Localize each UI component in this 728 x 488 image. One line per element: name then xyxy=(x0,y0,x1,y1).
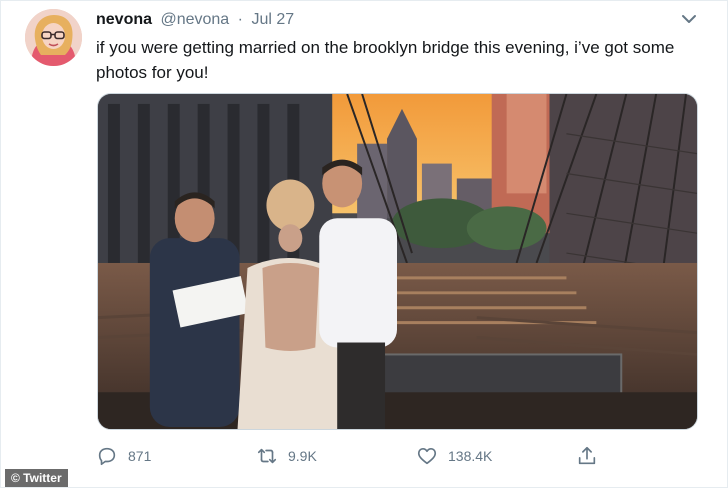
retweet-button[interactable]: 9.9K xyxy=(256,443,317,469)
reply-button[interactable]: 871 xyxy=(96,443,151,469)
heart-icon xyxy=(417,448,437,465)
header-separator: · xyxy=(237,11,243,28)
like-count: 138.4K xyxy=(448,448,493,464)
author-name[interactable]: nevona xyxy=(96,11,152,28)
chevron-down-icon[interactable] xyxy=(681,13,697,25)
wedding-photo-image xyxy=(98,94,697,429)
twitter-watermark: © Twitter xyxy=(5,469,68,487)
avatar[interactable] xyxy=(25,9,82,66)
retweet-count: 9.9K xyxy=(288,448,317,464)
reply-count: 871 xyxy=(128,448,152,464)
tweet-text: if you were getting married on the brook… xyxy=(96,38,675,82)
author-handle[interactable]: @nevona xyxy=(160,11,229,28)
tweet-actions: 871 9.9K 138.4K xyxy=(96,443,616,469)
avatar-image xyxy=(25,9,82,66)
reply-icon xyxy=(98,447,116,466)
like-button[interactable]: 138.4K xyxy=(416,443,492,469)
share-button[interactable] xyxy=(576,443,608,469)
tweet-photo[interactable] xyxy=(97,93,698,430)
tweet-date[interactable]: Jul 27 xyxy=(251,11,294,28)
tweet-header: nevona @nevona · Jul 27 xyxy=(96,10,294,30)
share-icon xyxy=(578,446,596,465)
retweet-icon xyxy=(257,448,277,464)
tweet-card: nevona @nevona · Jul 27 if you were gett… xyxy=(0,0,728,488)
